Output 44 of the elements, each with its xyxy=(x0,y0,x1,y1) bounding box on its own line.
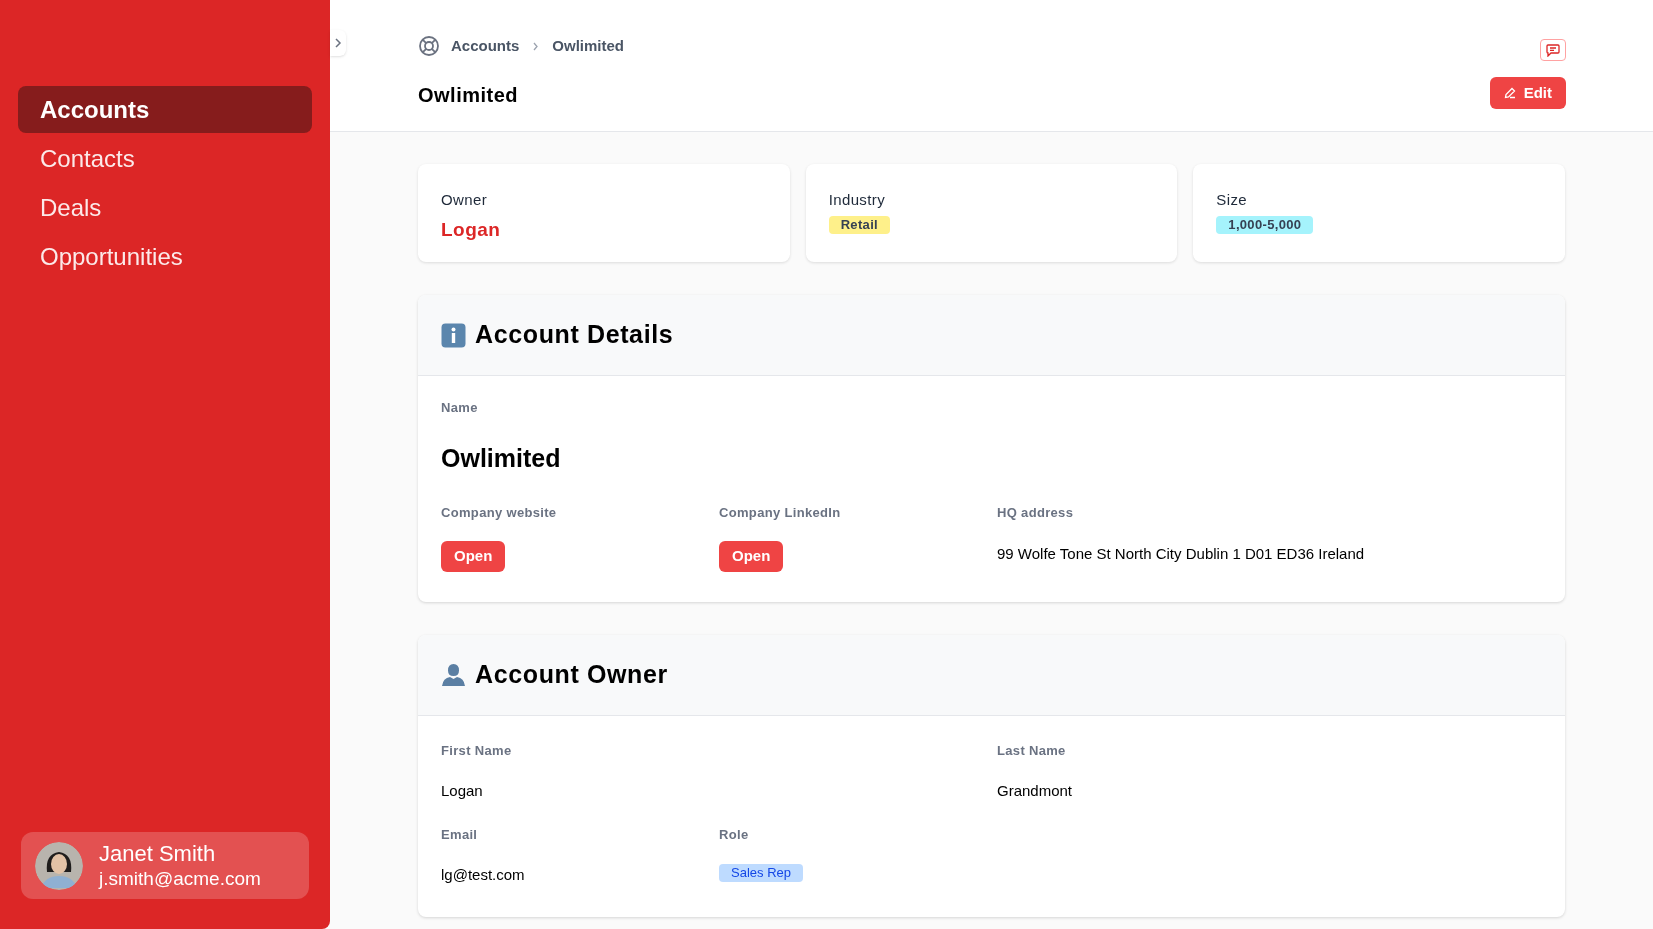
field-label: Name xyxy=(441,399,478,417)
open-button[interactable]: Open xyxy=(719,540,784,572)
field-label: Last Name xyxy=(997,741,1066,760)
open-button[interactable]: Open xyxy=(441,540,506,572)
field-label: Role xyxy=(719,825,749,844)
user-card[interactable]: Janet Smith j.smith@acme.com xyxy=(21,832,309,899)
edit-button[interactable]: Edit xyxy=(1489,77,1566,109)
role-tag: Sales Rep xyxy=(719,864,803,882)
field-label: HQ address xyxy=(997,504,1074,522)
field-value: lg@test.com xyxy=(441,865,525,885)
nav-item[interactable]: Deals xyxy=(18,184,312,231)
owner-link[interactable]: Logan xyxy=(441,215,501,244)
section-title: Account Owner xyxy=(475,658,668,690)
tag: 1,000-5,000 xyxy=(1216,215,1314,234)
user-email: j.smith@acme.com xyxy=(99,867,261,892)
comment-button[interactable] xyxy=(1540,39,1566,61)
page-title: Owlimited xyxy=(418,82,520,108)
field-value: Logan xyxy=(441,781,483,801)
tag: Retail xyxy=(828,215,890,234)
field-label: Company website xyxy=(441,504,557,522)
nav-item[interactable]: Opportunities xyxy=(18,233,312,280)
field-value: Owlimited xyxy=(441,442,561,474)
pencil-icon xyxy=(1503,87,1516,99)
chevron-right-icon xyxy=(334,38,342,48)
person-icon xyxy=(441,662,466,687)
chat-icon xyxy=(1546,43,1560,57)
field-label: First Name xyxy=(441,741,512,760)
nav-item[interactable]: Accounts xyxy=(18,86,312,133)
field-label: Company LinkedIn xyxy=(719,504,841,522)
card-label: Owner xyxy=(441,190,488,210)
field-value: Grandmont xyxy=(997,781,1073,801)
breadcrumb-link[interactable]: Accounts xyxy=(451,35,520,58)
sidebar-toggle[interactable] xyxy=(330,30,346,56)
card-label: Size xyxy=(1216,190,1247,210)
section-title: Account Details xyxy=(475,319,674,351)
card-label: Industry xyxy=(828,190,885,210)
info-icon xyxy=(441,322,466,348)
breadcrumb-current: Owlimited xyxy=(552,36,625,56)
lifebuoy-icon xyxy=(418,35,440,58)
nav-item[interactable]: Contacts xyxy=(18,135,312,182)
chevron-right-icon xyxy=(532,41,540,51)
user-name: Janet Smith xyxy=(99,839,217,868)
field-label: Email xyxy=(441,825,478,844)
field-value: 99 Wolfe Tone St North City Dublin 1 D01 ED36 Ireland xyxy=(997,543,1365,564)
